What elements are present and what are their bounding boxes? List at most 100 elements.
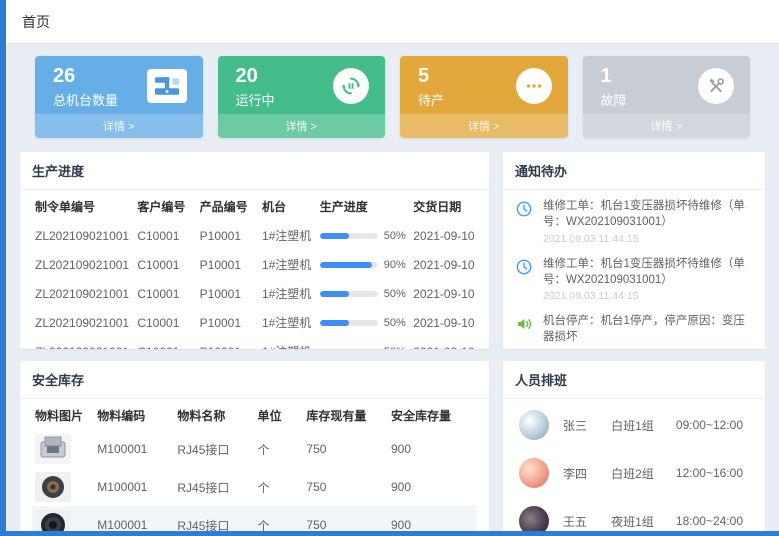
cell-safety: 900: [388, 430, 477, 468]
cell-name: RJ45接口: [174, 506, 254, 531]
cell-product: P10001: [197, 337, 259, 349]
progress-label: 50%: [384, 346, 406, 350]
cell-unit: 个: [254, 506, 303, 531]
sidebar-strip: [0, 0, 6, 536]
cell-machine: 1#注塑机: [259, 221, 317, 250]
cell-machine: 1#注塑机: [259, 279, 317, 308]
cell-progress: 50%: [317, 308, 410, 337]
avatar: [519, 458, 549, 488]
cell-stock: 750: [303, 430, 388, 468]
table-row[interactable]: ZL202109021001 C10001 P10001 1#注塑机 50% 2…: [32, 337, 477, 349]
cell-date: 2021-09-10: [410, 221, 477, 250]
panel-title: 人员排班: [503, 361, 765, 399]
production-progress-panel: 生产进度 制令单编号 客户编号 产品编号 机台 生产进度 交货日期: [20, 152, 489, 349]
detail-link-waiting[interactable]: 详情 >: [400, 114, 568, 138]
cell-stock: 750: [303, 506, 388, 531]
notice-time: 2021.09.03 11:44:15: [543, 348, 753, 349]
clock-icon: [515, 257, 535, 303]
col-code: 物料编码: [94, 401, 174, 430]
col-stock: 库存现有量: [303, 401, 388, 430]
cell-customer: C10001: [134, 279, 196, 308]
staff-schedule-panel: 人员排班 张三 白班1组 09:00~12:00 李四 白班2组 12:00~1…: [503, 361, 765, 531]
panel-title: 安全库存: [20, 361, 489, 399]
machine-icon: [147, 69, 187, 103]
stat-card-waiting: 5 待产 详情 >: [400, 56, 568, 138]
notice-item[interactable]: 维修工单：机台1变压器损坏待维修（单号：WX202109031001） 2021…: [515, 192, 753, 250]
tab-home[interactable]: 首页: [22, 12, 50, 32]
safety-stock-panel: 安全库存 物料图片 物料编码 物料名称 单位 库存现有量 安全库存量: [20, 361, 489, 531]
notice-time: 2021.09.03 11:44:15: [543, 233, 753, 245]
cell-name: RJ45接口: [174, 430, 254, 468]
detail-link-fault[interactable]: 详情 >: [583, 114, 751, 138]
detail-link-total[interactable]: 详情 >: [35, 114, 203, 138]
notice-item[interactable]: 维修工单：机台1变压器损坏待维修（单号：WX202109031001） 2021…: [515, 250, 753, 308]
table-row[interactable]: ZL202109021001 C10001 P10001 1#注塑机 50% 2…: [32, 221, 477, 250]
stat-label: 运行中: [236, 90, 275, 109]
col-progress: 生产进度: [317, 192, 410, 221]
cell-customer: C10001: [134, 308, 196, 337]
cell-stock: 750: [303, 468, 388, 506]
col-safety: 安全库存量: [388, 401, 477, 430]
inventory-table: 物料图片 物料编码 物料名称 单位 库存现有量 安全库存量 M100001 R: [32, 401, 477, 531]
cell-machine: 1#注塑机: [259, 250, 317, 279]
staff-name: 李四: [563, 465, 611, 482]
stat-card-main: 5 待产: [400, 56, 568, 114]
cell-machine: 1#注塑机: [259, 308, 317, 337]
cell-date: 2021-09-10: [410, 337, 477, 349]
notifications-panel: 通知待办 维修工单：机台1变压器损坏待维修（单号：WX202109031001）…: [503, 152, 765, 349]
running-icon: [333, 68, 369, 104]
table-row[interactable]: ZL202109021001 C10001 P10001 1#注塑机 50% 2…: [32, 308, 477, 337]
progress-label: 50%: [384, 230, 406, 242]
cell-date: 2021-09-10: [410, 308, 477, 337]
notice-text: 维修工单：机台1变压器损坏待维修（单号：WX202109031001）: [543, 199, 753, 231]
notice-text: 机台停产：机台1停产，停产原因：变压器损坏: [543, 314, 753, 346]
cell-customer: C10001: [134, 221, 196, 250]
cell-unit: 个: [254, 430, 303, 468]
cell-order: ZL202109021001: [32, 279, 134, 308]
avatar: [519, 410, 549, 440]
staff-shift: 白班2组: [611, 465, 676, 482]
connector-photo: [35, 434, 71, 464]
bottom-frame-strip: [0, 531, 779, 536]
cell-code: M100001: [94, 468, 174, 506]
staff-time: 12:00~16:00: [676, 466, 749, 480]
col-unit: 单位: [254, 401, 303, 430]
stat-value: 20: [236, 64, 275, 88]
table-row[interactable]: M100001 RJ45接口 个 750 900: [32, 430, 477, 468]
cell-name: RJ45接口: [174, 468, 254, 506]
table-header-row: 制令单编号 客户编号 产品编号 机台 生产进度 交货日期: [32, 192, 477, 221]
cell-date: 2021-09-10: [410, 279, 477, 308]
notice-item[interactable]: 机台停产：机台1停产，停产原因：变压器损坏 2021.09.03 11:44:1…: [515, 307, 753, 349]
cell-product: P10001: [197, 250, 259, 279]
cell-progress: 50%: [317, 221, 410, 250]
cell-order: ZL202109021001: [32, 308, 134, 337]
cell-product: P10001: [197, 308, 259, 337]
staff-shift: 白班1组: [611, 417, 676, 434]
table-row[interactable]: ZL202109021001 C10001 P10001 1#注塑机 50% 2…: [32, 279, 477, 308]
stat-card-main: 1 故障: [583, 56, 751, 114]
stat-value: 5: [418, 64, 444, 88]
top-bar: 首页: [6, 0, 779, 44]
table-row[interactable]: ZL202109021001 C10001 P10001 1#注塑机 90% 2…: [32, 250, 477, 279]
table-row[interactable]: M100001 RJ45接口 个 750 900: [32, 506, 477, 531]
ellipsis-icon: [516, 68, 552, 104]
progress-bar: [320, 262, 378, 268]
table-row[interactable]: M100001 RJ45接口 个 750 900: [32, 468, 477, 506]
col-product: 产品编号: [197, 192, 259, 221]
staff-name: 王五: [563, 513, 611, 530]
panel-title: 通知待办: [503, 152, 765, 190]
production-table: 制令单编号 客户编号 产品编号 机台 生产进度 交货日期 ZL202109021…: [32, 192, 477, 349]
dashboard-content: 26 总机台数量 详情 > 20: [6, 44, 779, 531]
staff-time: 09:00~12:00: [676, 418, 749, 432]
progress-label: 50%: [384, 288, 406, 300]
col-name: 物料名称: [174, 401, 254, 430]
detail-link-running[interactable]: 详情 >: [218, 114, 386, 138]
staff-row: 张三 白班1组 09:00~12:00: [515, 401, 753, 449]
staff-name: 张三: [563, 417, 611, 434]
cell-safety: 900: [388, 506, 477, 531]
cell-code: M100001: [94, 506, 174, 531]
stat-card-main: 20 运行中: [218, 56, 386, 114]
notice-text: 维修工单：机台1变压器损坏待维修（单号：WX202109031001）: [543, 257, 753, 289]
col-image: 物料图片: [32, 401, 94, 430]
cell-unit: 个: [254, 468, 303, 506]
